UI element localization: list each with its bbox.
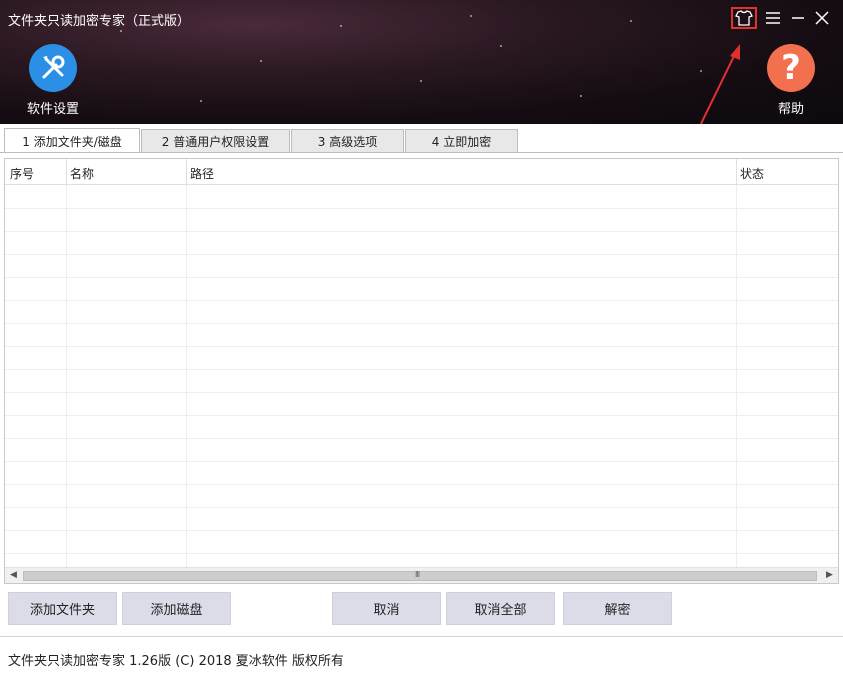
scrollbar-grip-icon: III [415,570,420,579]
column-header-name[interactable]: 名称 [70,165,94,182]
add-folder-button[interactable]: 添加文件夹 [8,592,117,625]
row-gridline [5,323,838,324]
star-decoration [500,45,502,47]
skin-button[interactable] [731,7,757,29]
settings-button[interactable]: 软件设置 [20,44,86,117]
column-header-status[interactable]: 状态 [740,165,764,182]
tshirt-icon [735,10,753,26]
tab-advanced-options[interactable]: 3 高级选项 [291,129,404,153]
row-gridline [5,392,838,393]
tab-encrypt-now[interactable]: 4 立即加密 [405,129,518,153]
row-gridline [5,254,838,255]
help-button[interactable]: ? 帮助 [760,44,822,117]
cancel-button[interactable]: 取消 [332,592,441,625]
scroll-left-icon[interactable]: ◀ [10,570,17,580]
menu-button[interactable] [760,7,786,29]
settings-label: 软件设置 [26,102,79,117]
scrollbar-thumb[interactable] [23,571,817,581]
column-gridline [186,185,187,568]
column-gridline [736,185,737,568]
copyright-text: 文件夹只读加密专家 1.26版 (C) 2018 夏冰软件 版权所有 [8,654,344,669]
tab-add-folder[interactable]: 1 添加文件夹/磁盘 [4,128,140,153]
row-gridline [5,231,838,232]
footer-divider [0,636,843,637]
column-separator[interactable] [66,159,67,185]
help-label: 帮助 [777,102,804,117]
row-gridline [5,484,838,485]
minimize-button[interactable] [785,7,811,29]
tab-user-permissions[interactable]: 2 普通用户权限设置 [141,129,290,153]
question-icon: ? [767,44,815,92]
star-decoration [420,80,422,82]
close-button[interactable] [809,7,835,29]
column-header-path[interactable]: 路径 [190,165,214,182]
window-title: 文件夹只读加密专家（正式版） [8,14,191,29]
star-decoration [580,95,582,97]
wrench-screwdriver-icon [29,44,77,92]
row-gridline [5,346,838,347]
hamburger-menu-icon [766,12,780,24]
cancel-all-button[interactable]: 取消全部 [446,592,555,625]
minimize-icon [792,17,804,19]
table-header: 序号 名称 路径 状态 [5,159,838,185]
row-gridline [5,277,838,278]
scroll-right-icon[interactable]: ▶ [826,570,833,580]
add-disk-button[interactable]: 添加磁盘 [122,592,231,625]
row-gridline [5,300,838,301]
star-decoration [470,15,472,17]
row-gridline [5,208,838,209]
column-header-index[interactable]: 序号 [10,165,34,182]
close-icon [815,11,829,25]
tab-strip: 1 添加文件夹/磁盘 2 普通用户权限设置 3 高级选项 4 立即加密 [0,124,843,153]
star-decoration [260,60,262,62]
star-decoration [120,30,122,32]
row-gridline [5,369,838,370]
row-gridline [5,415,838,416]
decrypt-button[interactable]: 解密 [563,592,672,625]
red-arrow-annotation [697,44,740,131]
tab-divider [0,152,843,153]
row-gridline [5,438,838,439]
row-gridline [5,530,838,531]
horizontal-scrollbar[interactable]: ◀ III ▶ [5,567,838,583]
column-separator[interactable] [736,159,737,185]
row-gridline [5,461,838,462]
row-gridline [5,553,838,554]
row-gridline [5,507,838,508]
column-gridline [66,185,67,568]
star-decoration [630,20,632,22]
star-decoration [340,25,342,27]
star-decoration [200,100,202,102]
column-separator[interactable] [186,159,187,185]
folder-list-table[interactable]: 序号 名称 路径 状态 ◀ III ▶ [4,158,839,584]
action-bar: 添加文件夹 添加磁盘 取消 取消全部 解密 [0,584,843,636]
